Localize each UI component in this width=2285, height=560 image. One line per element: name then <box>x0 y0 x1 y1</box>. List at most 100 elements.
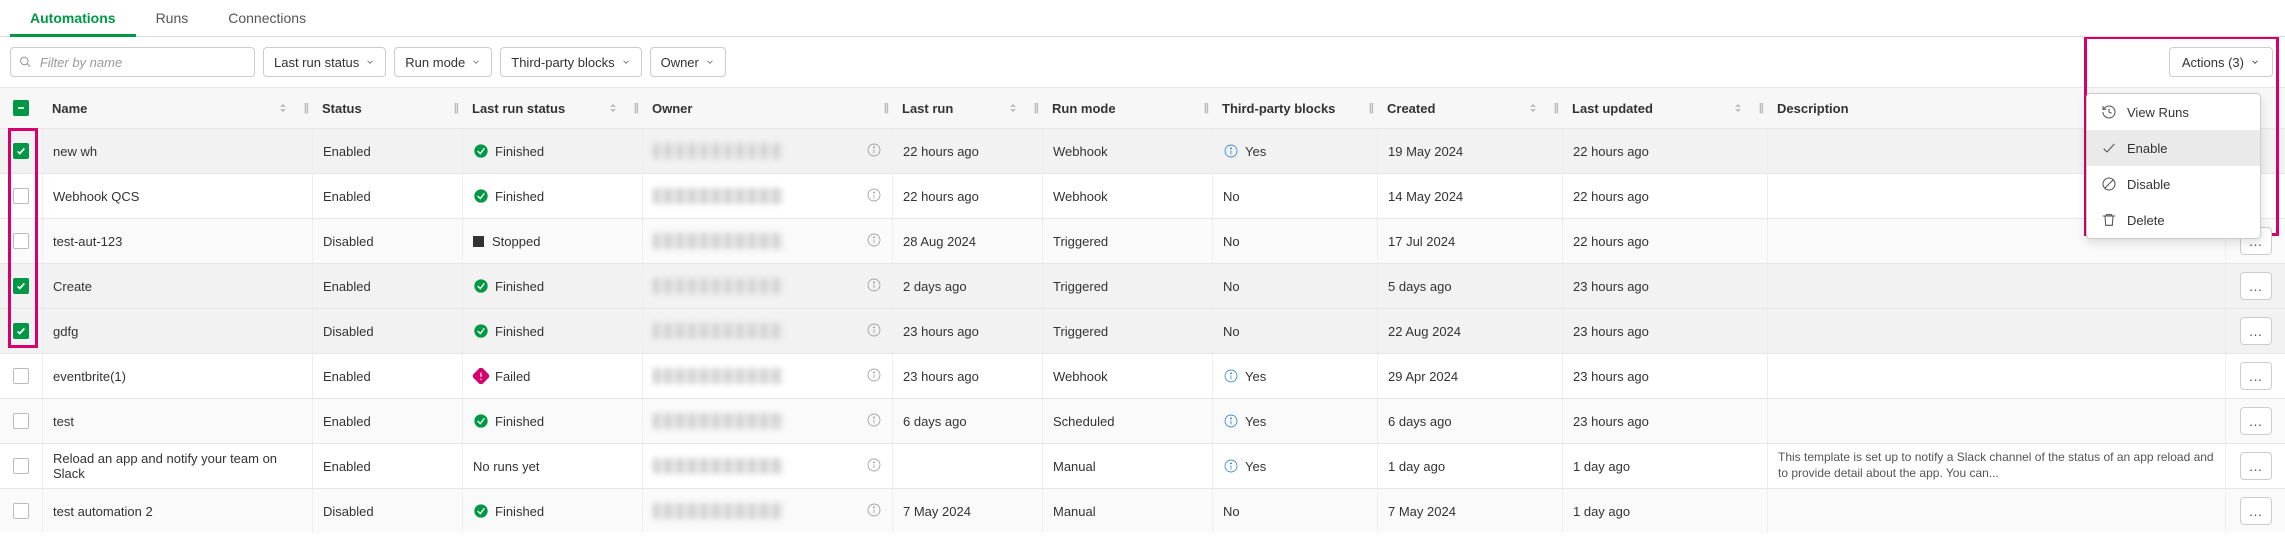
table-row[interactable]: CreateEnabledFinished2 days agoTriggered… <box>0 263 2285 308</box>
sort-icon <box>606 101 620 115</box>
filter-last-run-status[interactable]: Last run status <box>263 47 386 77</box>
row-menu-button[interactable]: … <box>2240 317 2272 345</box>
col-header-status[interactable]: Status || <box>312 88 462 128</box>
filter-run-mode[interactable]: Run mode <box>394 47 492 77</box>
search-input[interactable] <box>38 54 246 71</box>
column-resize-handle[interactable]: || <box>1369 102 1373 114</box>
owner-info-icon[interactable] <box>866 232 882 251</box>
row-checkbox[interactable] <box>13 233 29 249</box>
cell-owner <box>642 264 892 308</box>
cell-name[interactable]: gdfg <box>42 309 312 353</box>
cell-third-party-blocks: No <box>1212 264 1377 308</box>
owner-info-icon[interactable] <box>866 187 882 206</box>
cell-description <box>1767 354 2225 398</box>
table-row[interactable]: new whEnabledFinished22 hours agoWebhook… <box>0 128 2285 173</box>
owner-info-icon[interactable] <box>866 277 882 296</box>
tab-runs[interactable]: Runs <box>136 0 209 36</box>
column-resize-handle[interactable]: || <box>634 102 638 114</box>
cell-last-updated: 1 day ago <box>1562 489 1767 533</box>
col-header-last-run-status[interactable]: Last run status || <box>462 88 642 128</box>
owner-info-icon[interactable] <box>866 367 882 386</box>
cell-status: Enabled <box>312 444 462 488</box>
cell-last-updated: 23 hours ago <box>1562 264 1767 308</box>
table-row[interactable]: test automation 2DisabledFinished7 May 2… <box>0 488 2285 533</box>
col-header-third-party-blocks[interactable]: Third-party blocks || <box>1212 88 1377 128</box>
column-resize-handle[interactable]: || <box>1204 102 1208 114</box>
col-header-name[interactable]: Name || <box>42 88 312 128</box>
action-enable[interactable]: Enable <box>2087 130 2260 166</box>
column-resize-handle[interactable]: || <box>1554 102 1558 114</box>
action-view-runs[interactable]: View Runs <box>2087 94 2260 130</box>
row-menu-button[interactable]: … <box>2240 407 2272 435</box>
owner-redacted <box>653 323 783 339</box>
action-disable[interactable]: Disable <box>2087 166 2260 202</box>
column-resize-handle[interactable]: || <box>304 102 308 114</box>
row-checkbox[interactable] <box>13 323 29 339</box>
filter-owner[interactable]: Owner <box>650 47 726 77</box>
column-resize-handle[interactable]: || <box>884 102 888 114</box>
cell-owner <box>642 129 892 173</box>
row-menu-button[interactable]: … <box>2240 362 2272 390</box>
row-checkbox[interactable] <box>13 278 29 294</box>
row-checkbox[interactable] <box>13 458 29 474</box>
cell-name[interactable]: new wh <box>42 129 312 173</box>
actions-button[interactable]: Actions (3) <box>2169 47 2273 77</box>
cell-name[interactable]: Reload an app and notify your team on Sl… <box>42 444 312 488</box>
column-resize-handle[interactable]: || <box>1034 102 1038 114</box>
col-header-last-updated[interactable]: Last updated || <box>1562 88 1767 128</box>
owner-info-icon[interactable] <box>866 412 882 431</box>
row-checkbox[interactable] <box>13 143 29 159</box>
cell-name[interactable]: test <box>42 399 312 443</box>
cell-name[interactable]: Create <box>42 264 312 308</box>
col-header-last-run[interactable]: Last run || <box>892 88 1042 128</box>
history-icon <box>2101 104 2117 120</box>
info-icon[interactable] <box>1223 458 1239 474</box>
row-menu-button[interactable]: … <box>2240 272 2272 300</box>
column-resize-handle[interactable]: || <box>1759 102 1763 114</box>
action-delete[interactable]: Delete <box>2087 202 2260 238</box>
table-row[interactable]: Reload an app and notify your team on Sl… <box>0 443 2285 488</box>
cell-owner <box>642 399 892 443</box>
select-all-checkbox[interactable] <box>13 100 29 116</box>
filter-third-party-blocks[interactable]: Third-party blocks <box>500 47 641 77</box>
tab-automations[interactable]: Automations <box>10 0 136 36</box>
table-row[interactable]: testEnabledFinished6 days agoScheduledYe… <box>0 398 2285 443</box>
info-icon[interactable] <box>1223 143 1239 159</box>
row-menu-button[interactable]: … <box>2240 452 2272 480</box>
row-checkbox[interactable] <box>13 368 29 384</box>
owner-info-icon[interactable] <box>866 142 882 161</box>
cell-last-run: 2 days ago <box>892 264 1042 308</box>
cell-third-party-blocks: Yes <box>1212 399 1377 443</box>
col-header-owner[interactable]: Owner || <box>642 88 892 128</box>
tab-connections[interactable]: Connections <box>208 0 326 36</box>
info-icon[interactable] <box>1223 413 1239 429</box>
table-row[interactable]: gdfgDisabledFinished23 hours agoTriggere… <box>0 308 2285 353</box>
cell-last-run <box>892 444 1042 488</box>
cell-status: Enabled <box>312 129 462 173</box>
owner-info-icon[interactable] <box>866 502 882 521</box>
row-menu-button[interactable]: … <box>2240 497 2272 525</box>
check-circle-icon <box>473 188 489 204</box>
row-checkbox[interactable] <box>13 503 29 519</box>
table-row[interactable]: eventbrite(1)EnabledFailed23 hours agoWe… <box>0 353 2285 398</box>
owner-info-icon[interactable] <box>866 457 882 476</box>
table-row[interactable]: Webhook QCSEnabledFinished22 hours agoWe… <box>0 173 2285 218</box>
row-checkbox[interactable] <box>13 413 29 429</box>
cell-name[interactable]: test-aut-123 <box>42 219 312 263</box>
cell-run-mode: Webhook <box>1042 129 1212 173</box>
row-checkbox[interactable] <box>13 188 29 204</box>
owner-info-icon[interactable] <box>866 322 882 341</box>
cell-name[interactable]: test automation 2 <box>42 489 312 533</box>
cell-status: Disabled <box>312 219 462 263</box>
col-header-created[interactable]: Created || <box>1377 88 1562 128</box>
info-icon[interactable] <box>1223 368 1239 384</box>
cell-name[interactable]: Webhook QCS <box>42 174 312 218</box>
cell-name[interactable]: eventbrite(1) <box>42 354 312 398</box>
search-input-wrapper[interactable] <box>10 47 255 77</box>
cell-created: 6 days ago <box>1377 399 1562 443</box>
column-resize-handle[interactable]: || <box>454 102 458 114</box>
owner-redacted <box>653 188 783 204</box>
table-row[interactable]: test-aut-123DisabledStopped28 Aug 2024Tr… <box>0 218 2285 263</box>
col-header-run-mode[interactable]: Run mode || <box>1042 88 1212 128</box>
cell-third-party-blocks: Yes <box>1212 354 1377 398</box>
